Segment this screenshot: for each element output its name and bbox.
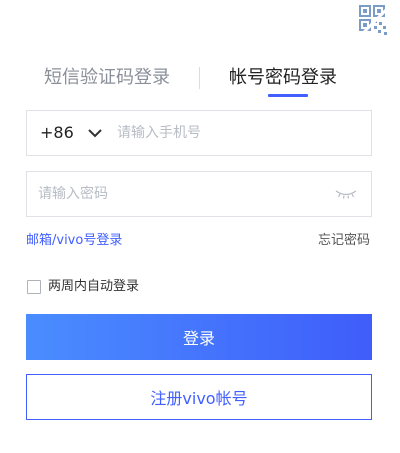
email-vivo-login-link[interactable]: 邮箱/vivo号登录 bbox=[26, 229, 122, 248]
qr-code-icon[interactable] bbox=[358, 4, 392, 38]
tab-password-login[interactable]: 帐号密码登录 bbox=[229, 66, 337, 90]
tab-sms-login[interactable]: 短信验证码登录 bbox=[44, 66, 170, 90]
password-input[interactable] bbox=[38, 172, 328, 216]
remember-checkbox[interactable] bbox=[27, 280, 41, 294]
chevron-down-icon[interactable] bbox=[87, 127, 103, 139]
country-code-selector[interactable]: +86 bbox=[40, 123, 74, 143]
remember-label: 两周内自动登录 bbox=[48, 279, 140, 294]
phone-input[interactable] bbox=[117, 111, 357, 155]
login-button[interactable]: 登录 bbox=[26, 314, 372, 360]
active-tab-indicator bbox=[268, 94, 308, 97]
login-panel: 短信验证码登录 帐号密码登录 +86 邮箱/vivo号登录 忘记密码 两周内自动… bbox=[0, 0, 400, 453]
register-button[interactable]: 注册vivo帐号 bbox=[26, 374, 372, 420]
tab-divider bbox=[199, 67, 200, 89]
phone-field: +86 bbox=[26, 110, 372, 156]
password-field bbox=[26, 171, 372, 217]
login-tabs: 短信验证码登录 帐号密码登录 bbox=[0, 58, 400, 106]
forgot-password-link[interactable]: 忘记密码 bbox=[318, 229, 370, 248]
eye-closed-icon[interactable] bbox=[335, 189, 357, 199]
